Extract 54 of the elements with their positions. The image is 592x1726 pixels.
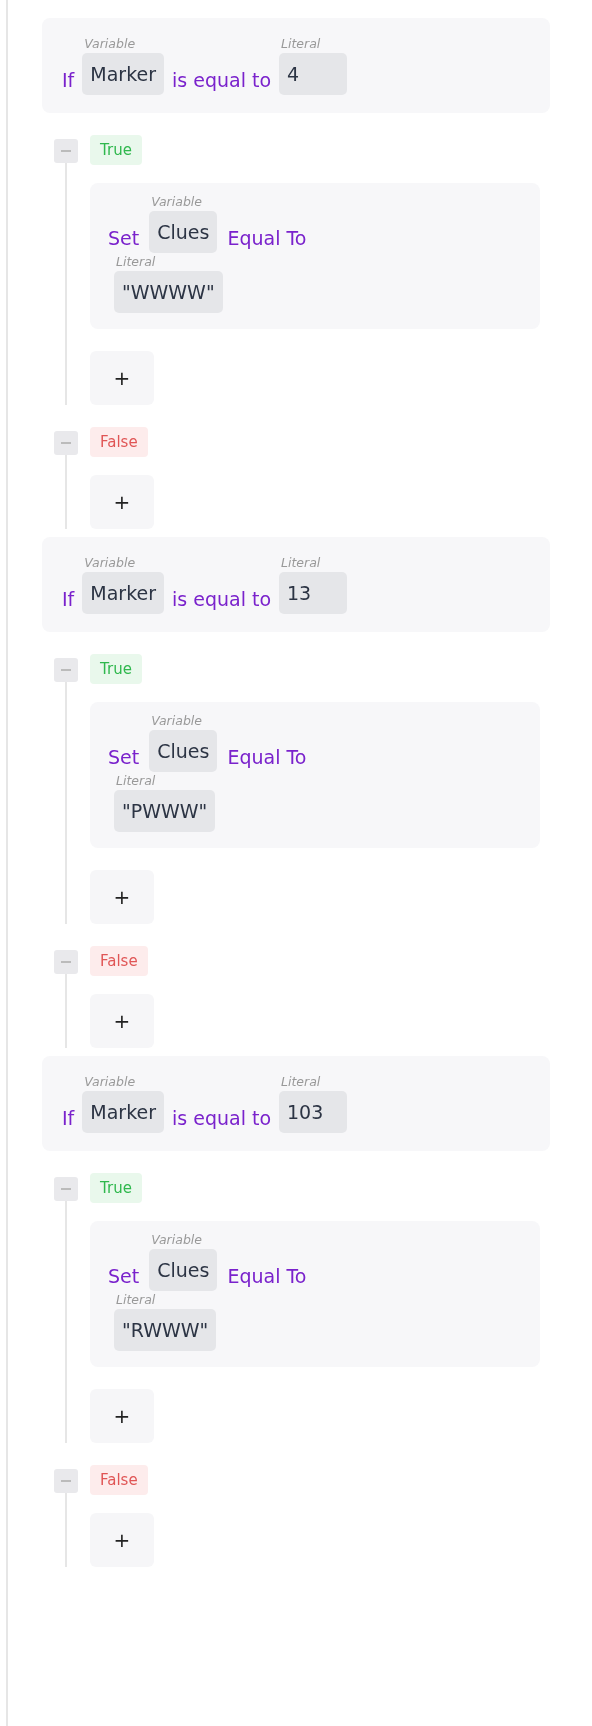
branch-label: True [90,654,142,684]
slot-type-label: Literal [115,253,156,271]
slot-type-label: Literal [280,35,321,53]
set-keyword: Set [108,745,140,770]
operator-text: is equal to [172,68,272,93]
collapse-button[interactable] [54,1177,78,1201]
literal-chip[interactable]: "WWWW" [114,271,223,313]
collapse-button[interactable] [54,1469,78,1493]
variable-chip[interactable]: Clues [149,1249,218,1291]
slot-type-label: Variable [150,712,202,730]
collapse-button[interactable] [54,658,78,682]
slot-type-label: Variable [83,554,136,572]
add-statement-button[interactable]: + [90,870,154,924]
slot-type-label: Literal [280,554,321,572]
operator-text: Equal To [227,226,307,251]
literal-chip[interactable]: 4 [279,53,348,95]
collapse-button[interactable] [54,139,78,163]
operator-text: is equal to [172,1106,272,1131]
branch-label: False [90,946,148,976]
add-statement-button[interactable]: + [90,994,154,1048]
slot-type-label: Literal [280,1073,321,1091]
if-keyword: If [62,1106,75,1131]
operator-text: is equal to [172,587,272,612]
operator-text: Equal To [227,745,307,770]
add-statement-button[interactable]: + [90,475,154,529]
branch-label: False [90,1465,148,1495]
slot-type-label: Variable [150,1231,202,1249]
slot-type-label: Literal [115,1291,156,1309]
slot-type-label: Literal [115,772,156,790]
if-keyword: If [62,587,75,612]
variable-chip[interactable]: Clues [149,730,218,772]
literal-chip[interactable]: 103 [279,1091,348,1133]
collapse-button[interactable] [54,431,78,455]
variable-chip[interactable]: Marker [82,572,164,614]
set-keyword: Set [108,1264,140,1289]
branch-label: True [90,1173,142,1203]
variable-chip[interactable]: Clues [149,211,218,253]
variable-chip[interactable]: Marker [82,1091,164,1133]
variable-chip[interactable]: Marker [82,53,164,95]
set-keyword: Set [108,226,140,251]
add-statement-button[interactable]: + [90,1513,154,1567]
branch-label: False [90,427,148,457]
operator-text: Equal To [227,1264,307,1289]
slot-type-label: Variable [83,1073,136,1091]
literal-chip[interactable]: "RWWW" [114,1309,217,1351]
slot-type-label: Variable [83,35,136,53]
literal-chip[interactable]: 13 [279,572,348,614]
if-keyword: If [62,68,75,93]
slot-type-label: Variable [150,193,202,211]
add-statement-button[interactable]: + [90,351,154,405]
literal-chip[interactable]: "PWWW" [114,790,216,832]
branch-label: True [90,135,142,165]
collapse-button[interactable] [54,950,78,974]
add-statement-button[interactable]: + [90,1389,154,1443]
